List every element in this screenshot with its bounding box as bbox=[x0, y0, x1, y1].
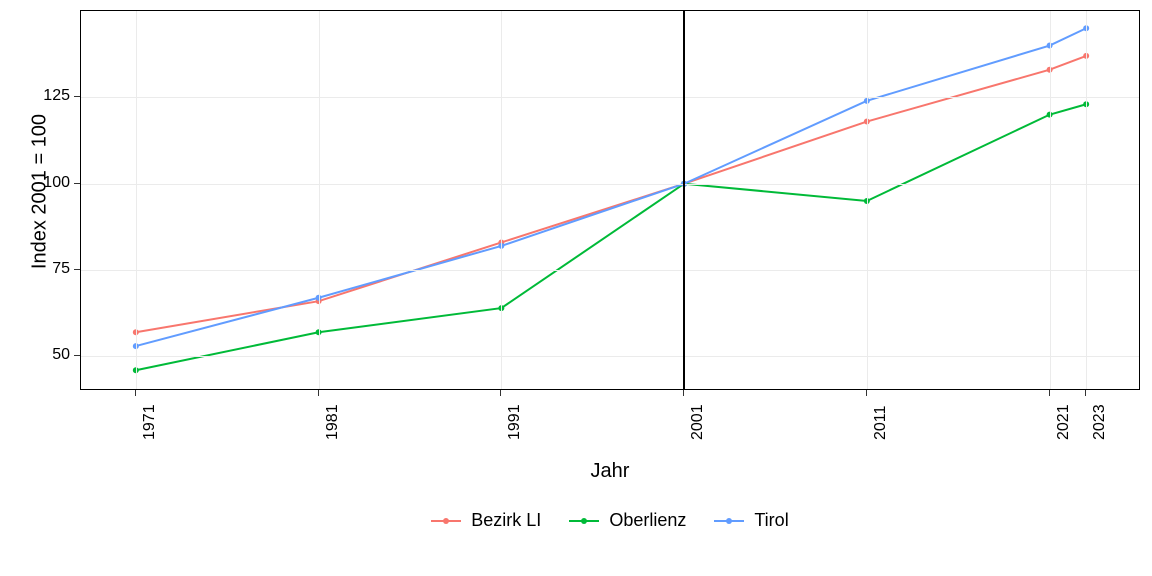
x-tick-mark bbox=[318, 390, 319, 396]
legend-label: Oberlienz bbox=[609, 510, 686, 531]
gridline-h bbox=[81, 356, 1139, 357]
legend-item: Tirol bbox=[714, 510, 788, 531]
y-tick-mark bbox=[74, 355, 80, 356]
series-line bbox=[136, 28, 1086, 346]
gridline-h bbox=[81, 184, 1139, 185]
legend-swatch bbox=[569, 520, 599, 522]
plot-panel bbox=[80, 10, 1140, 390]
y-tick-label: 100 bbox=[30, 174, 70, 192]
gridline-h bbox=[81, 270, 1139, 271]
x-tick-label: 2021 bbox=[1055, 404, 1073, 440]
x-axis-title: Jahr bbox=[80, 460, 1140, 483]
legend-item: Bezirk LI bbox=[431, 510, 541, 531]
x-tick-label: 2011 bbox=[872, 406, 890, 440]
gridline-v bbox=[1050, 11, 1051, 389]
x-tick-mark bbox=[500, 390, 501, 396]
legend-label: Bezirk LI bbox=[471, 510, 541, 531]
reference-line bbox=[683, 11, 685, 389]
y-tick-label: 75 bbox=[30, 260, 70, 278]
x-tick-mark bbox=[683, 390, 684, 396]
y-tick-mark bbox=[74, 96, 80, 97]
legend-swatch bbox=[431, 520, 461, 522]
x-tick-mark bbox=[1085, 390, 1086, 396]
y-tick-label: 125 bbox=[30, 87, 70, 105]
gridline-v bbox=[867, 11, 868, 389]
legend-swatch bbox=[714, 520, 744, 522]
gridline-v bbox=[136, 11, 137, 389]
legend: Bezirk LI Oberlienz Tirol bbox=[80, 510, 1140, 531]
gridline-h bbox=[81, 97, 1139, 98]
legend-label: Tirol bbox=[754, 510, 788, 531]
gridline-v bbox=[319, 11, 320, 389]
chart-container: Index 2001 = 100 5075100125 197119811991… bbox=[0, 0, 1152, 576]
plot-svg bbox=[81, 11, 1141, 391]
gridline-v bbox=[501, 11, 502, 389]
x-tick-label: 2023 bbox=[1091, 404, 1109, 440]
gridline-v bbox=[1086, 11, 1087, 389]
x-tick-mark bbox=[1049, 390, 1050, 396]
y-tick-label: 50 bbox=[30, 346, 70, 364]
x-tick-mark bbox=[135, 390, 136, 396]
x-tick-label: 2001 bbox=[689, 404, 707, 440]
x-tick-mark bbox=[866, 390, 867, 396]
x-tick-label: 1981 bbox=[324, 404, 342, 440]
legend-item: Oberlienz bbox=[569, 510, 686, 531]
series-line bbox=[136, 104, 1086, 370]
y-tick-mark bbox=[74, 183, 80, 184]
y-tick-mark bbox=[74, 269, 80, 270]
x-tick-label: 1971 bbox=[141, 404, 159, 440]
x-tick-label: 1991 bbox=[506, 404, 524, 440]
